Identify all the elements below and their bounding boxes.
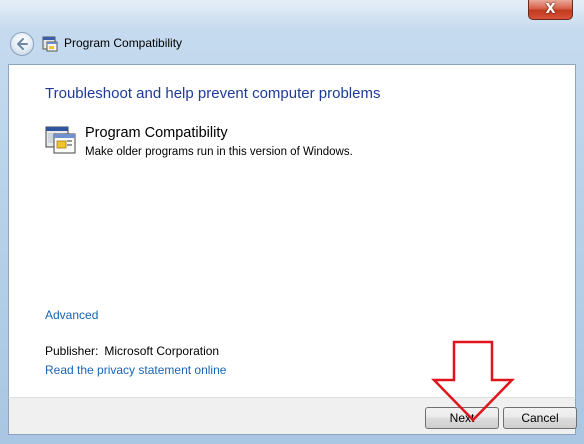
content-panel: Troubleshoot and help prevent computer p… xyxy=(8,64,576,398)
publisher-label: Publisher: xyxy=(45,344,99,358)
close-button[interactable]: X xyxy=(528,0,573,20)
advanced-link[interactable]: Advanced xyxy=(45,308,98,322)
button-bar: Next Cancel xyxy=(8,397,577,435)
close-icon: X xyxy=(545,2,556,17)
next-button[interactable]: Next xyxy=(425,407,499,429)
program-title: Program Compatibility xyxy=(85,125,228,141)
privacy-statement-link[interactable]: Read the privacy statement online xyxy=(45,363,226,377)
program-compatibility-icon xyxy=(42,36,58,52)
back-button[interactable] xyxy=(10,32,34,56)
program-compatibility-icon xyxy=(45,126,76,154)
publisher-row: Publisher: Microsoft Corporation xyxy=(45,344,219,358)
program-description: Make older programs run in this version … xyxy=(85,146,353,158)
back-arrow-icon xyxy=(17,38,28,50)
page-heading: Troubleshoot and help prevent computer p… xyxy=(45,85,381,102)
window-title: Program Compatibility xyxy=(64,36,183,50)
publisher-value: Microsoft Corporation xyxy=(104,344,220,358)
cancel-button[interactable]: Cancel xyxy=(503,407,577,429)
